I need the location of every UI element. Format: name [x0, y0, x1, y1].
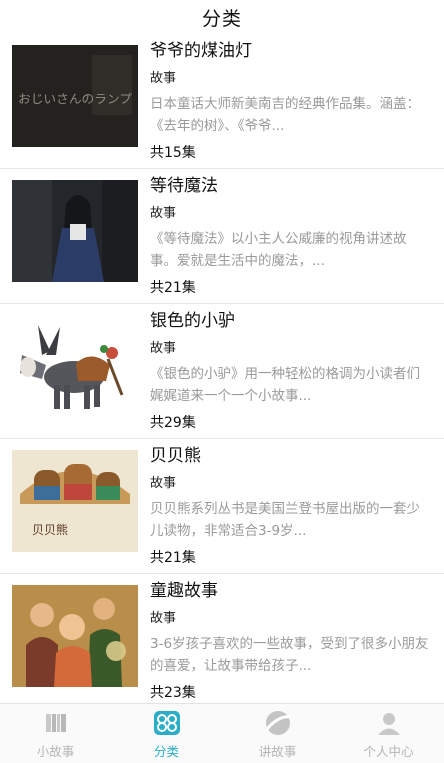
cover-image — [12, 315, 138, 417]
cover-title-text: おじいさんのランプ — [18, 92, 132, 106]
category-clover-icon — [152, 708, 182, 738]
item-category: 故事 — [150, 611, 177, 626]
cover-image: おじいさんのランプ — [12, 45, 138, 147]
list-item[interactable]: おじいさんのランプ 爷爷的煤油灯 故事 日本童话大师新美南吉的经典作品集。涵盖：… — [0, 34, 444, 169]
list-item[interactable]: 等待魔法 故事 《等待魔法》以小主人公威廉的视角讲述故事。爱就是生活中的魔法，.… — [0, 169, 444, 304]
item-description: 日本童话大师新美南吉的经典作品集。涵盖：《去年的树》、《爷爷... — [150, 96, 420, 134]
cover-image: 贝贝熊 — [12, 450, 138, 552]
header: 分类 — [0, 0, 444, 34]
tab-category[interactable]: 分类 — [111, 704, 222, 763]
item-info: 贝贝熊 故事 贝贝熊系列丛书是美国兰登书屋出版的一套少儿读物，非常适合3-9岁.… — [150, 443, 432, 570]
episode-count: 共23集 — [150, 685, 196, 701]
cover-image — [12, 180, 138, 282]
item-description: 《等待魔法》以小主人公威廉的视角讲述故事。爱就是生活中的魔法，... — [150, 231, 407, 269]
item-description: 《银色的小驴》用一种轻松的格调为小读者们娓娓道来一个一个小故事... — [150, 366, 420, 404]
item-category: 故事 — [150, 476, 177, 491]
item-description: 贝贝熊系列丛书是美国兰登书屋出版的一套少儿读物，非常适合3-9岁... — [150, 501, 420, 539]
item-title: 童趣故事 — [150, 581, 218, 601]
tab-label: 分类 — [153, 743, 179, 759]
app-root: 分类 おじいさんのランプ 爷爷的煤油灯 故事 日本童话大师新美南吉的经典作品集。… — [0, 0, 444, 763]
item-description: 3-6岁孩子喜欢的一些故事，受到了很多小朋友的喜爱，让故事带给孩子... — [150, 636, 429, 674]
episode-count: 共21集 — [150, 550, 196, 566]
page-title: 分类 — [201, 7, 242, 30]
list-item[interactable]: 童趣故事 故事 3-6岁孩子喜欢的一些故事，受到了很多小朋友的喜爱，让故事带给孩… — [0, 574, 444, 703]
user-icon — [374, 708, 404, 738]
item-info: 银色的小驴 故事 《银色的小驴》用一种轻松的格调为小读者们娓娓道来一个一个小故事… — [150, 308, 432, 435]
item-info: 童趣故事 故事 3-6岁孩子喜欢的一些故事，受到了很多小朋友的喜爱，让故事带给孩… — [150, 578, 432, 703]
item-category: 故事 — [150, 71, 177, 86]
book-stack-icon — [41, 708, 71, 738]
item-title: 爷爷的煤油灯 — [150, 41, 252, 61]
episode-count: 共15集 — [150, 145, 196, 161]
list-item[interactable]: 贝贝熊 贝贝熊 故事 贝贝熊系列丛书是美国兰登书屋出版的一套少儿读物，非常适合3… — [0, 439, 444, 574]
tab-label: 个人中心 — [363, 743, 414, 759]
item-info: 爷爷的煤油灯 故事 日本童话大师新美南吉的经典作品集。涵盖：《去年的树》、《爷爷… — [150, 38, 432, 165]
item-title: 等待魔法 — [150, 176, 218, 196]
item-category: 故事 — [150, 341, 177, 356]
episode-count: 共29集 — [150, 415, 196, 431]
item-category: 故事 — [150, 206, 177, 221]
tab-label: 小故事 — [36, 743, 75, 759]
item-title: 贝贝熊 — [150, 446, 201, 466]
tab-profile[interactable]: 个人中心 — [333, 704, 444, 763]
microphone-icon — [263, 708, 293, 738]
item-title: 银色的小驴 — [150, 311, 235, 331]
tab-stories[interactable]: 小故事 — [0, 704, 111, 763]
item-info: 等待魔法 故事 《等待魔法》以小主人公威廉的视角讲述故事。爱就是生活中的魔法，.… — [150, 173, 432, 300]
tab-bar: 小故事 分类 讲故事 个人中心 — [0, 703, 444, 763]
tab-label: 讲故事 — [258, 743, 297, 759]
story-list[interactable]: おじいさんのランプ 爷爷的煤油灯 故事 日本童话大师新美南吉的经典作品集。涵盖：… — [0, 34, 444, 703]
tab-tell-story[interactable]: 讲故事 — [222, 704, 333, 763]
list-item[interactable]: 银色的小驴 故事 《银色的小驴》用一种轻松的格调为小读者们娓娓道来一个一个小故事… — [0, 304, 444, 439]
cover-title-text: 贝贝熊 — [32, 522, 68, 537]
episode-count: 共21集 — [150, 280, 196, 296]
cover-image — [12, 585, 138, 687]
